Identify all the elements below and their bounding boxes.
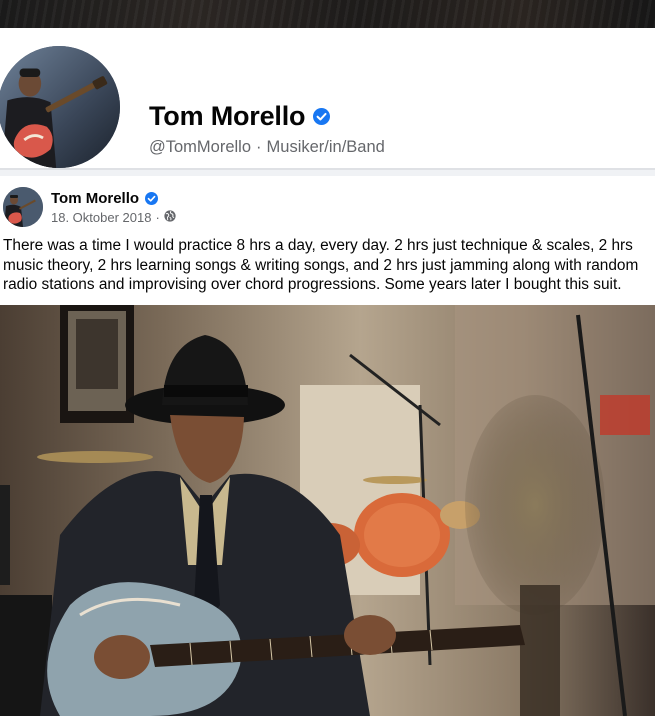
profile-avatar[interactable] <box>0 42 124 172</box>
post-author-avatar[interactable] <box>3 187 43 227</box>
section-gap <box>0 170 655 176</box>
post-avatar-image <box>3 187 43 227</box>
post-author-name[interactable]: Tom Morello <box>51 190 139 207</box>
post-photo[interactable] <box>0 305 655 716</box>
cover-photo[interactable] <box>0 0 655 28</box>
profile-header: Tom Morello @TomMorello · Musiker/in/Ban… <box>0 28 655 172</box>
profile-name[interactable]: Tom Morello <box>149 101 305 132</box>
profile-subtitle: @TomMorello · Musiker/in/Band <box>149 138 385 157</box>
post-date[interactable]: 18. Oktober 2018 <box>51 210 151 225</box>
verified-badge-icon <box>145 191 159 205</box>
post-text: There was a time I would practice 8 hrs … <box>3 237 639 293</box>
post-meta-separator: · <box>155 209 160 225</box>
profile-avatar-image <box>0 46 120 168</box>
profile-handle: @TomMorello <box>149 138 252 156</box>
globe-icon[interactable] <box>164 209 176 225</box>
profile-subtitle-separator: · <box>256 138 262 156</box>
profile-category: Musiker/in/Band <box>266 138 385 156</box>
verified-badge-icon <box>313 107 331 125</box>
post-photo-image <box>0 305 655 716</box>
post-meta: 18. Oktober 2018 · <box>51 209 176 225</box>
